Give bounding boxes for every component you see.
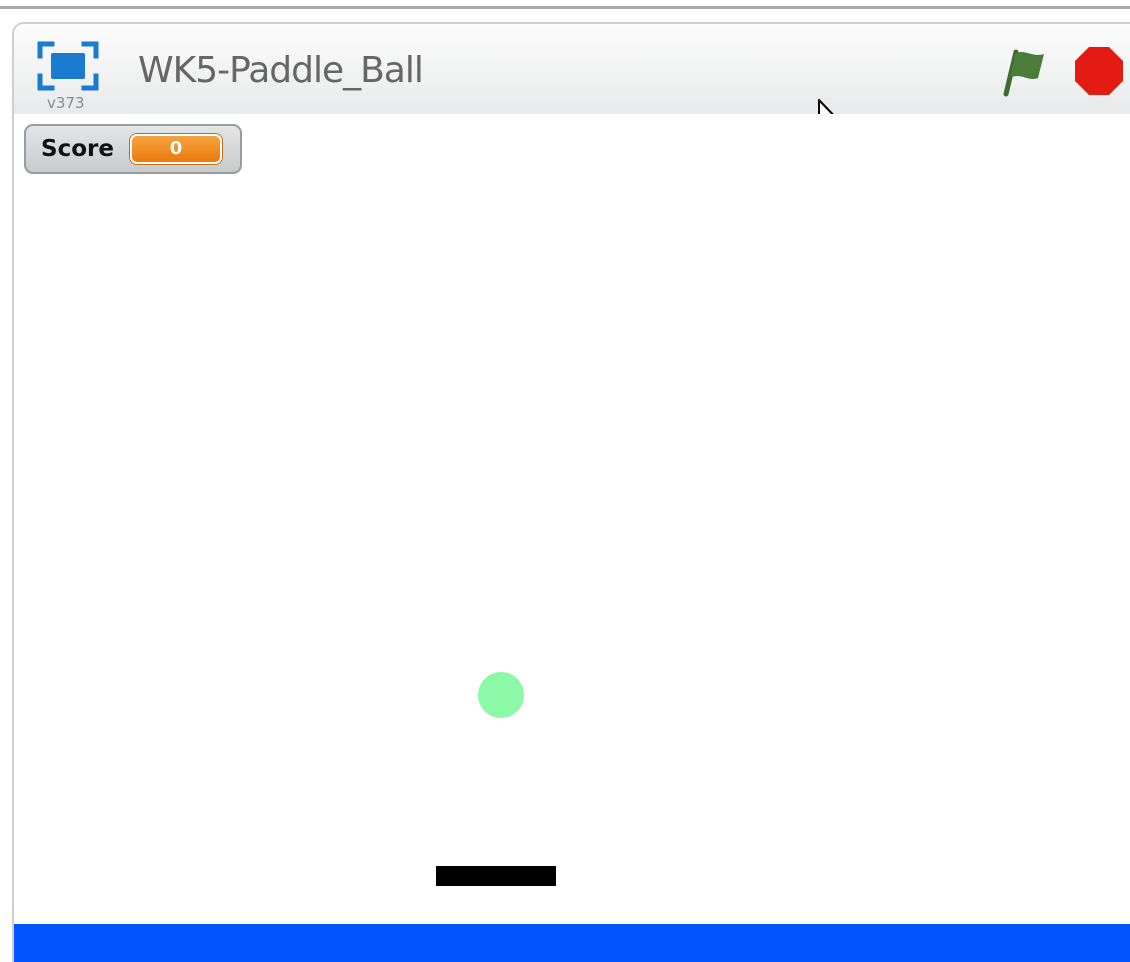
score-label: Score bbox=[41, 136, 114, 162]
version-label: v373 bbox=[47, 94, 85, 112]
stage[interactable]: Score 0 bbox=[14, 114, 1130, 962]
scratch-player: v373 WK5-Paddle_Ball Score 0 bbox=[12, 22, 1130, 962]
window-top-border bbox=[0, 0, 1130, 9]
stop-sign-icon[interactable] bbox=[1072, 44, 1126, 98]
score-value: 0 bbox=[129, 134, 222, 164]
fullscreen-icon[interactable] bbox=[36, 40, 100, 92]
player-header: v373 WK5-Paddle_Ball bbox=[14, 24, 1130, 140]
ball-sprite[interactable] bbox=[478, 672, 524, 718]
paddle-sprite[interactable] bbox=[436, 866, 556, 886]
green-flag-icon[interactable] bbox=[996, 44, 1054, 98]
floor-bar-sprite bbox=[14, 924, 1130, 962]
score-monitor: Score 0 bbox=[24, 124, 242, 174]
project-title: WK5-Paddle_Ball bbox=[138, 50, 424, 91]
